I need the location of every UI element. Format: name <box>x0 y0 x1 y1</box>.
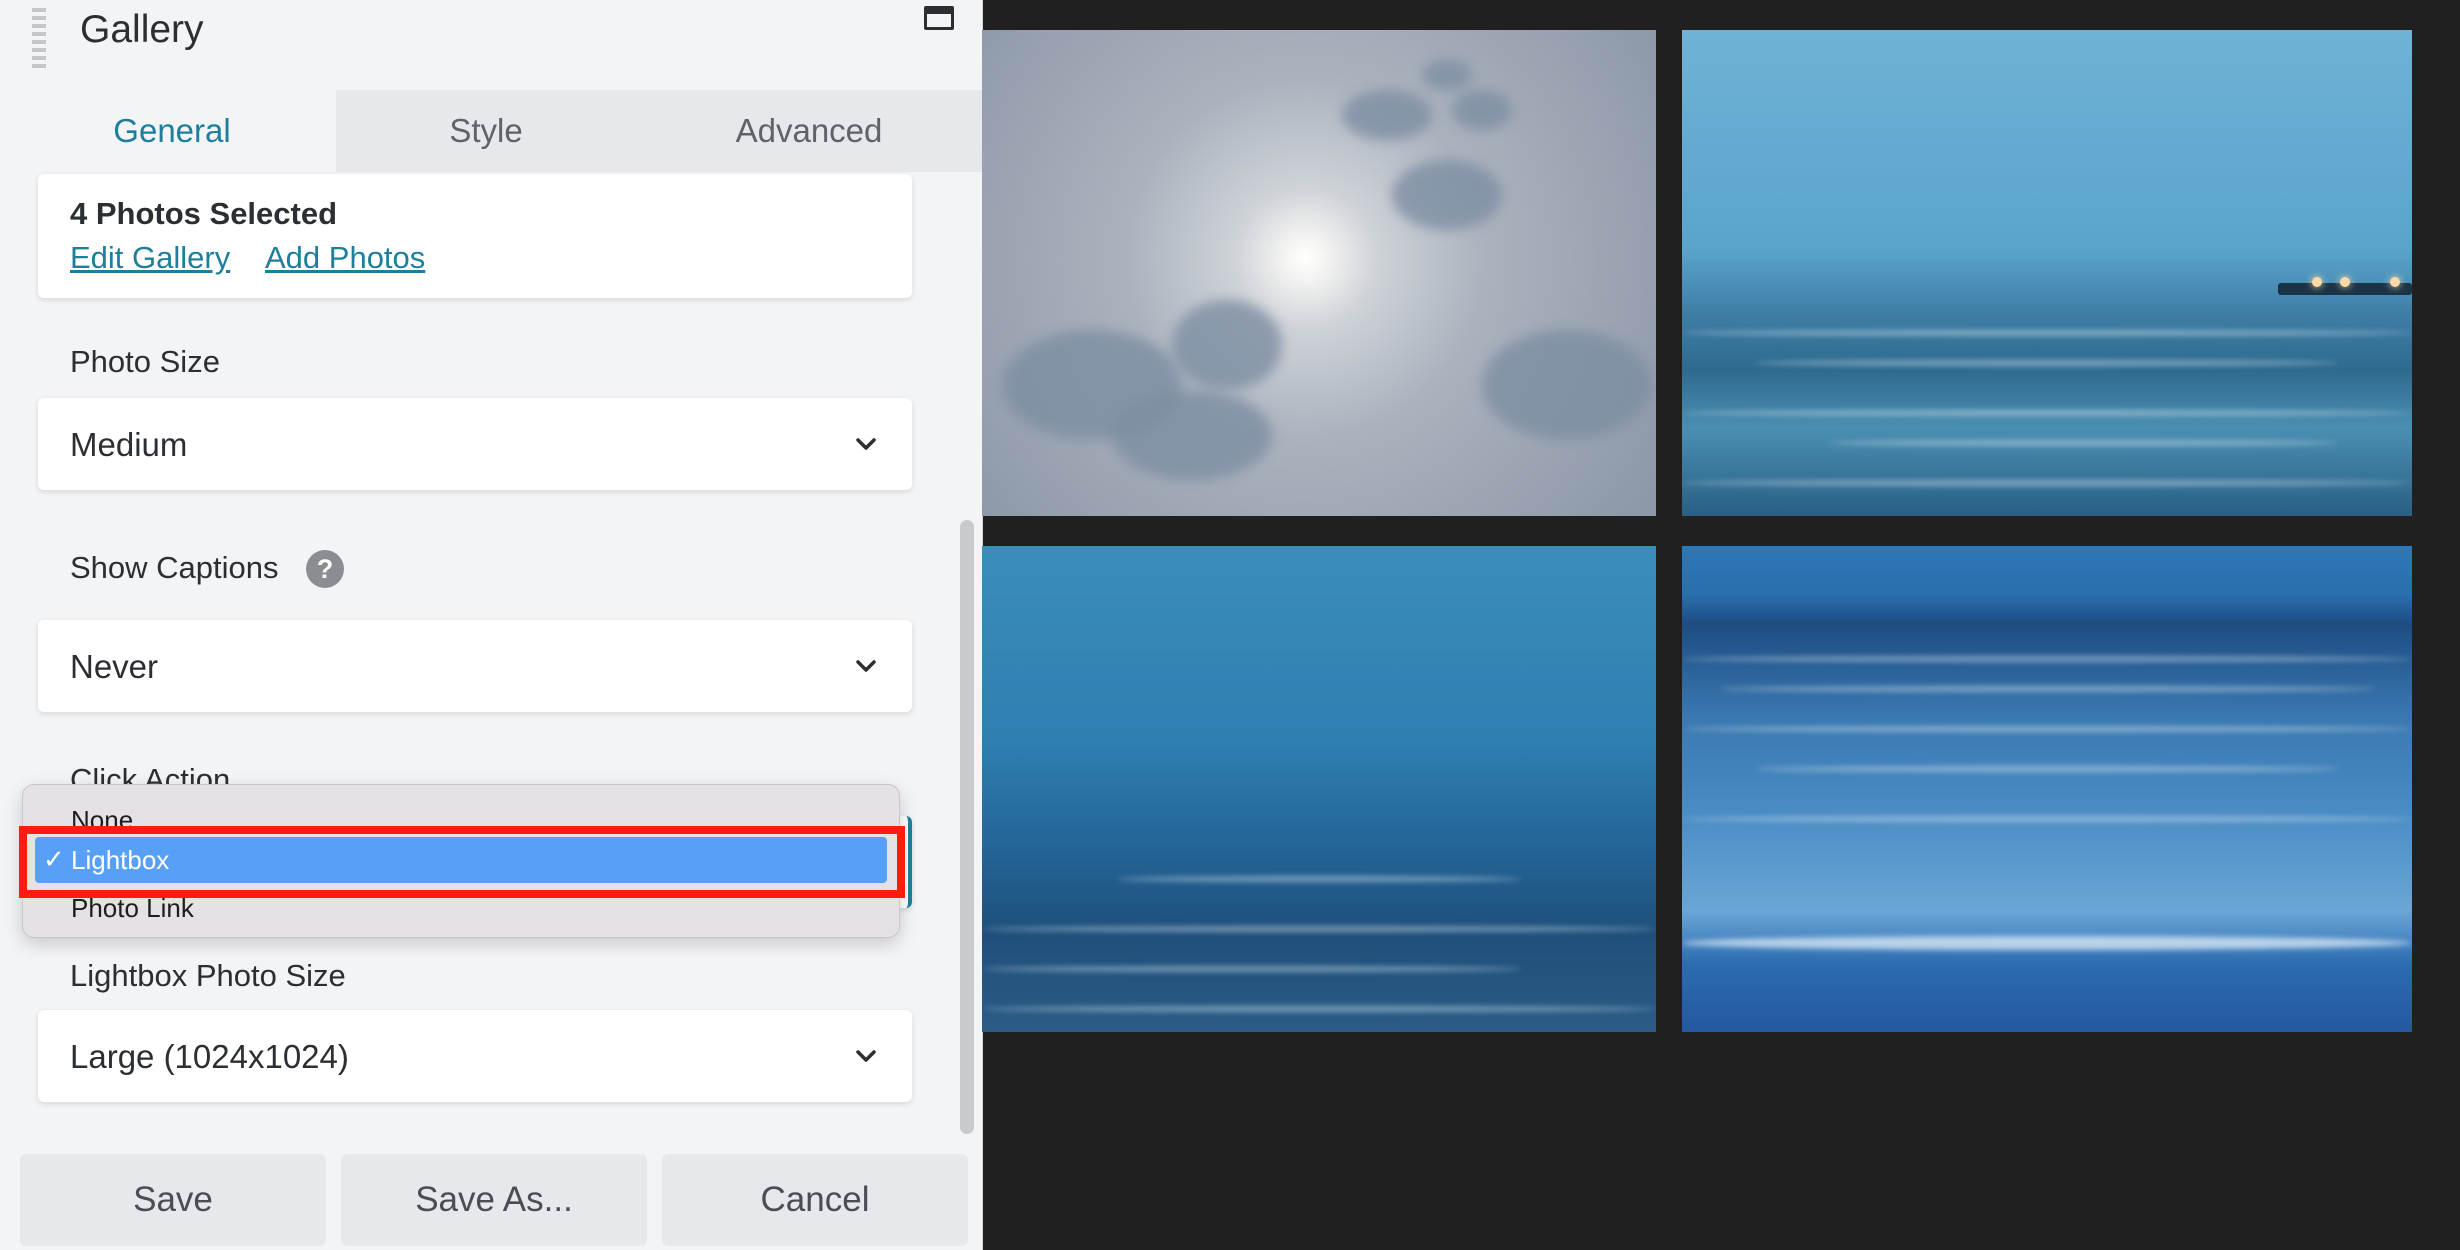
lightbox-photo-size-label: Lightbox Photo Size <box>70 958 346 993</box>
gallery-photo-sea-shore[interactable] <box>1682 546 2412 1032</box>
cancel-button[interactable]: Cancel <box>662 1154 968 1246</box>
gallery-photo-sea-dusk[interactable] <box>982 546 1656 1032</box>
lightbox-photo-size-select[interactable]: Large (1024x1024) <box>38 1010 912 1102</box>
panel-footer: Save Save As... Cancel <box>0 1140 982 1250</box>
photo-size-select[interactable]: Medium <box>38 398 912 490</box>
gallery-photo-sky[interactable] <box>982 30 1656 516</box>
save-button[interactable]: Save <box>20 1154 326 1246</box>
settings-panel: Gallery General Style Advanced 4 Photos … <box>0 0 983 1250</box>
tab-bar: General Style Advanced <box>8 90 982 172</box>
gallery-photo-sea-lights[interactable] <box>1682 30 2412 516</box>
show-captions-label: Show Captions <box>70 550 279 585</box>
chevron-down-icon <box>856 660 876 672</box>
photos-selected-count: 4 Photos Selected <box>70 196 338 231</box>
tab-general[interactable]: General <box>8 90 336 172</box>
panel-header: Gallery <box>0 0 982 90</box>
chevron-down-icon <box>856 1050 876 1062</box>
panel-title: Gallery <box>80 8 204 51</box>
save-as-button[interactable]: Save As... <box>341 1154 647 1246</box>
lightbox-photo-size-value: Large (1024x1024) <box>70 1038 349 1075</box>
help-icon[interactable]: ? <box>306 550 344 588</box>
show-captions-value: Never <box>70 648 159 685</box>
drag-handle-icon[interactable] <box>32 8 46 70</box>
photo-size-value: Medium <box>70 426 188 463</box>
photos-selected-card: 4 Photos Selected Edit Gallery Add Photo… <box>38 174 912 298</box>
add-photos-link[interactable]: Add Photos <box>265 240 425 276</box>
tab-advanced[interactable]: Advanced <box>636 90 982 172</box>
show-captions-select[interactable]: Never <box>38 620 912 712</box>
annotation-highlight-box <box>19 826 905 898</box>
window-icon[interactable] <box>924 6 954 30</box>
photo-size-label: Photo Size <box>70 344 220 379</box>
chevron-down-icon <box>856 438 876 450</box>
panel-scrollbar[interactable] <box>960 520 974 1134</box>
edit-gallery-link[interactable]: Edit Gallery <box>70 240 230 276</box>
tab-style[interactable]: Style <box>336 90 636 172</box>
